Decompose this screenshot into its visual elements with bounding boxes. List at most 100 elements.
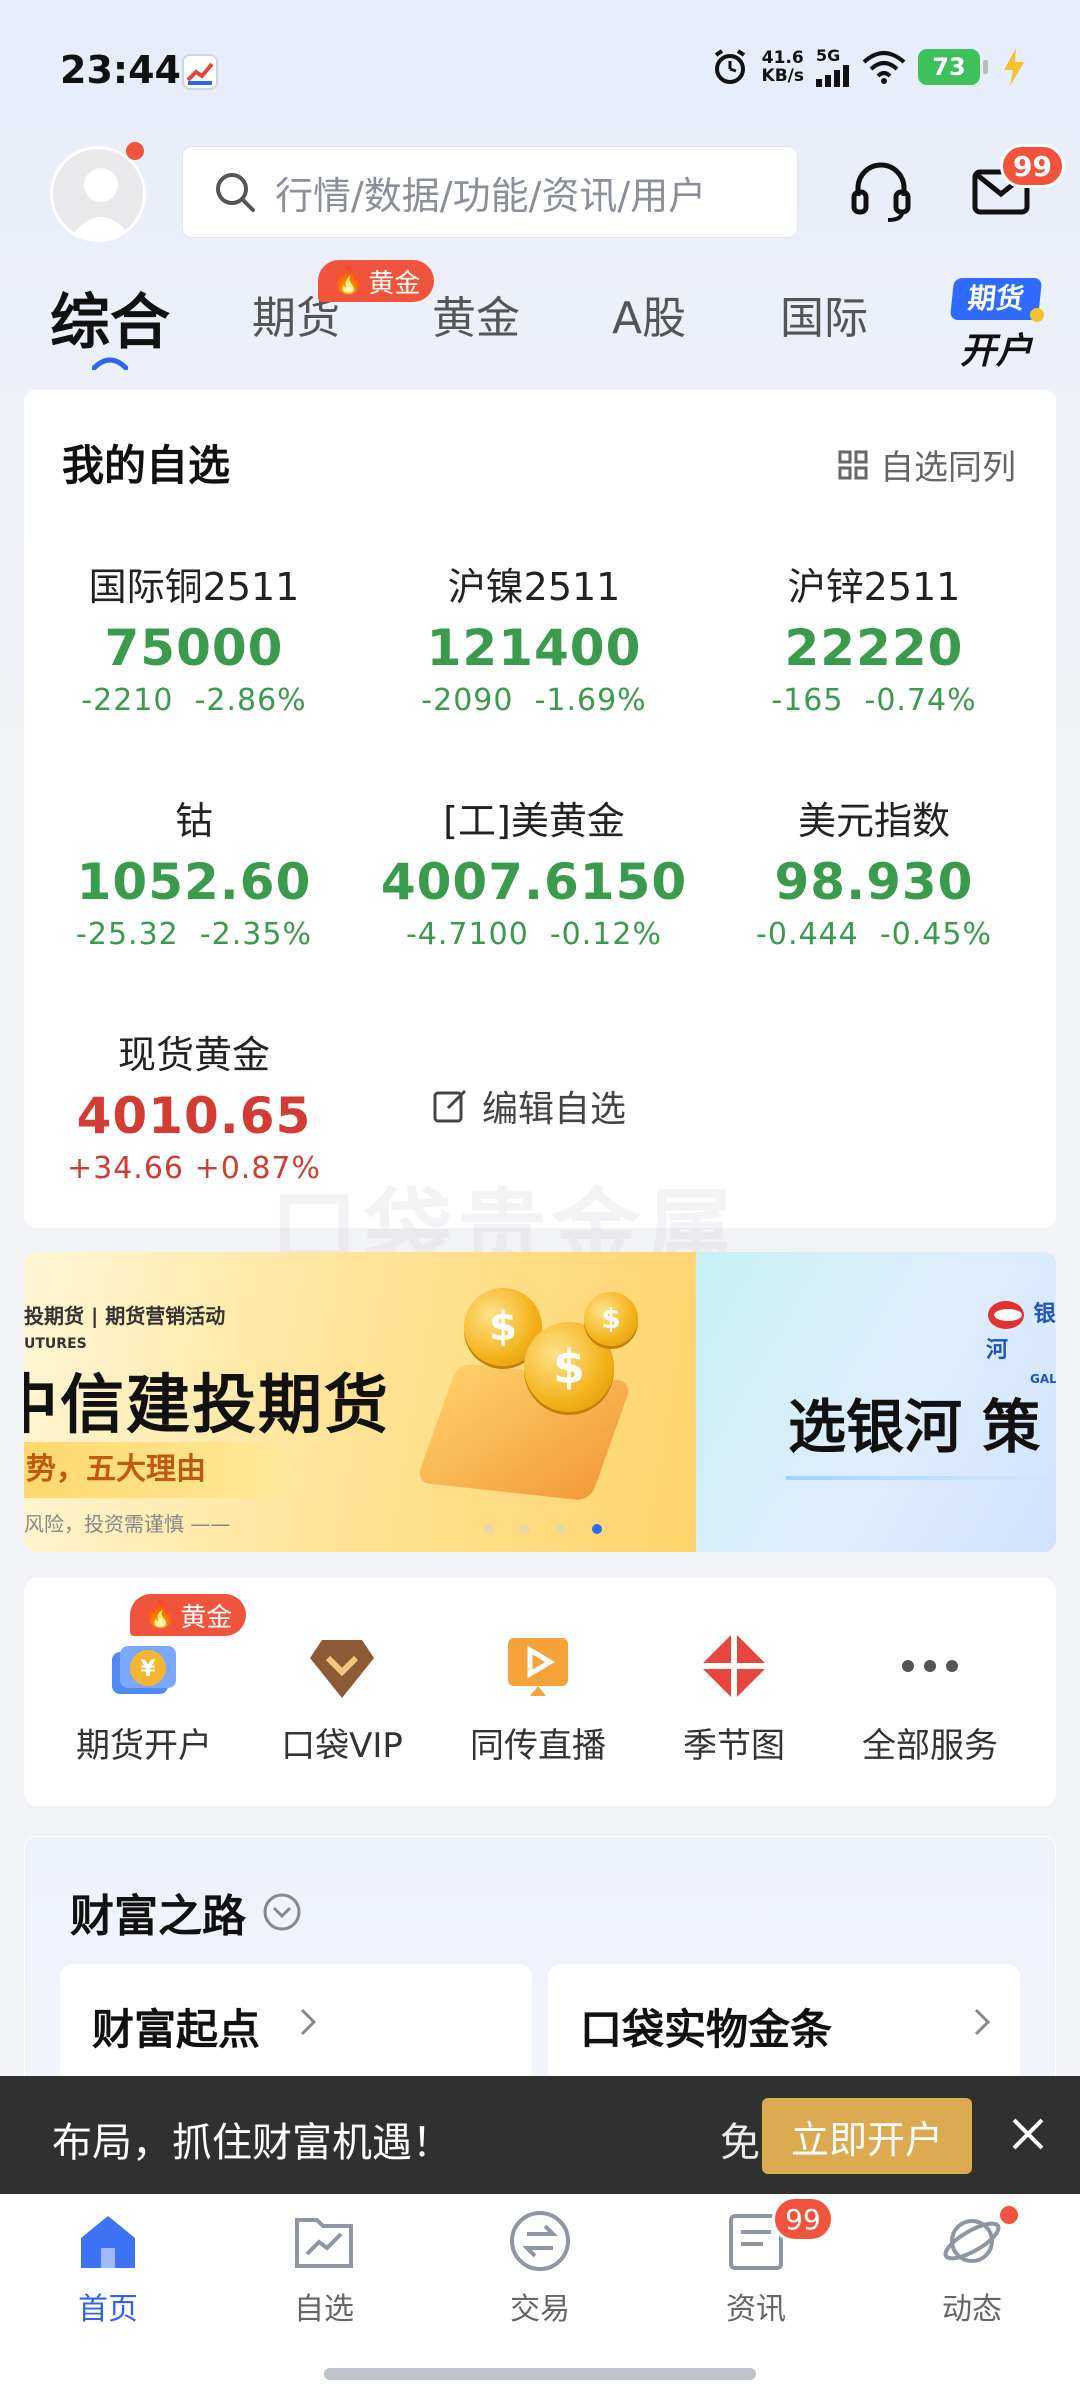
nav-watchlist[interactable]: 自选: [244, 2208, 404, 2328]
fire-icon: 🔥: [332, 266, 365, 296]
quote-price: 4010.65: [76, 1087, 312, 1145]
carousel-dots: [484, 1524, 602, 1534]
status-icons: 41.6 KB/s 5G 73: [710, 46, 1028, 87]
quote-price: 75000: [104, 619, 284, 677]
open-account-button[interactable]: 立即开户: [762, 2098, 972, 2174]
hot-gold-badge: 🔥 黄金: [318, 260, 435, 302]
futures-account-icon: ¥: [106, 1628, 182, 1704]
live-play-icon: [500, 1628, 576, 1704]
banner-slide-citic[interactable]: 投期货 | 期货营销活动 UTURES 中信建投期货 势，五大理由 风险，投资需谨…: [24, 1252, 696, 1552]
edit-icon: [433, 1089, 467, 1123]
grid-icon: [838, 450, 868, 479]
service-all[interactable]: 全部服务: [840, 1628, 1020, 1767]
chevron-right-icon: [974, 2008, 991, 2036]
quote-cell[interactable]: 美元指数 98.930 -0.444 -0.45%: [704, 790, 1044, 952]
watchlist-title: 我的自选: [62, 441, 231, 490]
nav-home[interactable]: 首页: [28, 2208, 188, 2328]
quote-name: [工]美黄金: [443, 799, 625, 843]
quote-price: 4007.6150: [380, 853, 688, 911]
tab-gold[interactable]: 黄金: [432, 282, 520, 346]
wealth-title[interactable]: 财富之路: [70, 1880, 302, 1944]
nav-dynamics[interactable]: 动态: [892, 2208, 1052, 2328]
quote-cell[interactable]: 国际铜2511 75000 -2210 -2.86%: [24, 556, 364, 718]
quote-name: 沪锌2511: [787, 565, 961, 609]
quote-name: 美元指数: [797, 799, 950, 843]
chevron-down-circle-icon: [263, 1893, 301, 1931]
quote-change: -2210 -2.86%: [81, 683, 307, 718]
service-season-chart[interactable]: 季节图: [644, 1628, 824, 1767]
active-tab-indicator: [92, 357, 128, 370]
quote-price: 98.930: [774, 853, 974, 911]
svg-text:¥: ¥: [140, 1657, 156, 1682]
home-icon: [75, 2208, 141, 2274]
charging-icon: [1004, 47, 1024, 86]
galaxy-logo: 银河GALAX: [986, 1301, 1056, 1386]
banner-slide-galaxy[interactable]: 银河GALAX 选银河 策: [696, 1252, 1056, 1552]
quote-price: 22220: [784, 619, 964, 677]
search-icon: [216, 173, 255, 212]
quote-cell[interactable]: 钴 1052.60 -25.32 -2.35%: [24, 790, 364, 952]
mail-unread-badge: 99: [1000, 144, 1065, 188]
dynamics-notification-dot: [1000, 2206, 1018, 2224]
quote-cell[interactable]: 现货黄金 4010.65 +34.66 +0.87%: [24, 1024, 364, 1186]
wealth-card-start[interactable]: 财富起点: [60, 1964, 532, 2084]
news-unread-badge: 99: [772, 2196, 834, 2242]
edit-watchlist-button[interactable]: 编辑自选: [432, 1080, 626, 1132]
quote-cell[interactable]: [工]美黄金 4007.6150 -4.7100 -0.12%: [364, 790, 704, 952]
cell-signal-icon: 5G: [816, 46, 850, 87]
planet-icon: [939, 2208, 1005, 2274]
quote-name: 钴: [174, 799, 213, 843]
promo-banner-carousel[interactable]: 投期货 | 期货营销活动 UTURES 中信建投期货 势，五大理由 风险，投资需谨…: [24, 1252, 1056, 1552]
service-futures-account[interactable]: ¥ 期货开户: [54, 1628, 234, 1767]
quote-cell[interactable]: 沪镍2511 121400 -2090 -1.69%: [364, 556, 704, 718]
banner-footnote: 风险，投资需谨慎 ——: [24, 1512, 231, 1536]
search-placeholder: 行情/数据/功能/资讯/用户: [275, 173, 707, 218]
vip-diamond-icon: [304, 1628, 380, 1704]
coin-icon: $: [584, 1292, 638, 1346]
banner-headline: 中信建投期货: [24, 1369, 390, 1443]
quote-name: 沪镍2511: [447, 565, 621, 609]
quote-price: 1052.60: [76, 853, 312, 911]
tab-a-shares[interactable]: A股: [612, 282, 686, 346]
app-notification-icon: [182, 54, 218, 90]
chevron-right-icon: [300, 2008, 317, 2036]
quote-cell[interactable]: 沪锌2511 22220 -165 -0.74%: [704, 556, 1044, 718]
service-live-broadcast[interactable]: 同传直播: [448, 1628, 628, 1767]
search-input[interactable]: 行情/数据/功能/资讯/用户: [182, 146, 798, 238]
banner-pill: 势，五大理由: [24, 1442, 290, 1498]
user-avatar[interactable]: [50, 146, 146, 242]
wifi-icon: [862, 50, 906, 84]
watchlist-folder-icon: [291, 2208, 357, 2274]
futures-open-account-ad[interactable]: 期货 开户: [949, 278, 1044, 372]
battery-indicator: 73: [918, 48, 988, 85]
alarm-icon: [714, 48, 745, 84]
promo-text: 布局，抓住财富机遇！: [52, 2120, 452, 2166]
wealth-card-gold-bar[interactable]: 口袋实物金条: [548, 1964, 1020, 2084]
more-dots-icon: [892, 1628, 968, 1704]
avatar-notification-dot: [126, 142, 144, 160]
fire-icon: 🔥: [144, 1600, 177, 1630]
trade-exchange-icon: [507, 2208, 573, 2274]
net-speed: 41.6 KB/s: [761, 47, 804, 86]
customer-service-headset-icon[interactable]: [848, 158, 914, 224]
service-vip[interactable]: 口袋VIP: [252, 1628, 432, 1767]
banner-small-text: 投期货 | 期货营销活动 UTURES: [24, 1304, 226, 1352]
close-icon[interactable]: [1006, 2112, 1050, 2156]
tab-comprehensive[interactable]: 综合: [50, 274, 170, 361]
season-chart-icon: [696, 1628, 772, 1704]
quote-change: +34.66 +0.87%: [66, 1151, 322, 1186]
quote-price: 121400: [426, 619, 642, 677]
home-indicator[interactable]: [324, 2368, 756, 2380]
quote-change: -25.32 -2.35%: [76, 917, 312, 952]
nav-trade[interactable]: 交易: [460, 2208, 620, 2328]
quote-change: -2090 -1.69%: [421, 683, 647, 718]
quote-change: -0.444 -0.45%: [756, 917, 992, 952]
watchlist-sync-link[interactable]: 自选同列: [838, 440, 1016, 489]
quote-name: 现货黄金: [117, 1033, 270, 1077]
quote-change: -165 -0.74%: [771, 683, 977, 718]
banner-right-headline: 选银河 策: [788, 1393, 1041, 1461]
tab-international[interactable]: 国际: [780, 282, 868, 346]
status-time: 23:44: [60, 48, 181, 92]
promo-scroll-text: 免: [720, 2120, 760, 2166]
quote-change: -4.7100 -0.12%: [405, 917, 662, 952]
